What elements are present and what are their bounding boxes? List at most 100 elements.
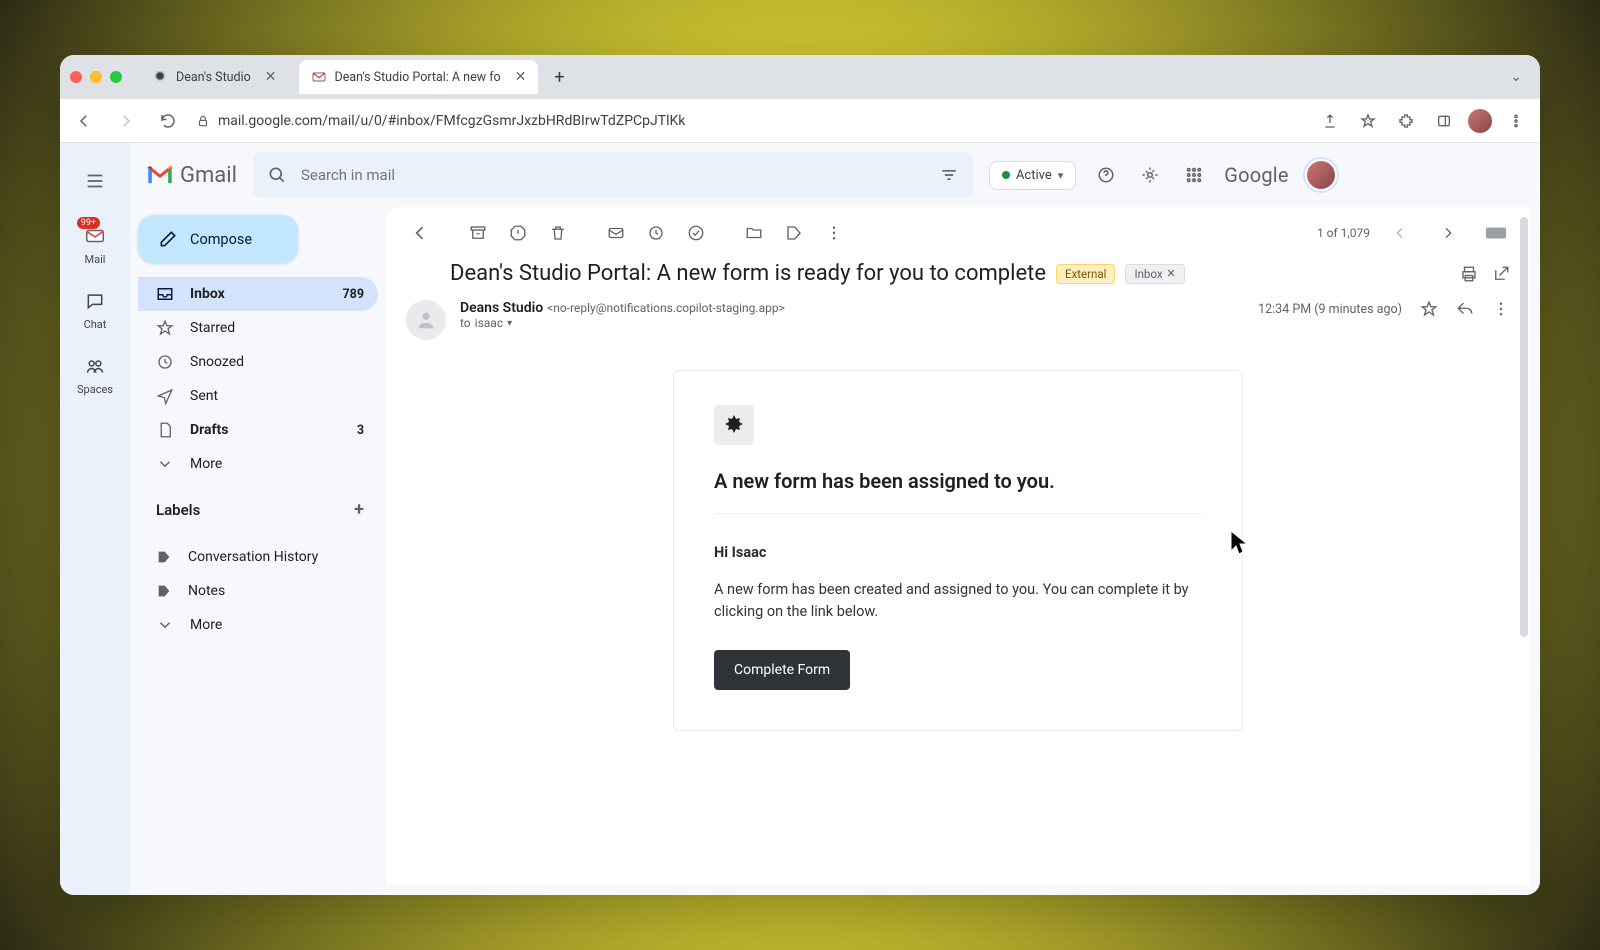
close-window-button[interactable] [70, 71, 82, 83]
file-icon [156, 421, 174, 439]
tab-title: Dean's Studio Portal: A new fo [335, 70, 501, 85]
reply-icon[interactable] [1456, 300, 1474, 318]
window-controls [70, 71, 122, 83]
back-to-inbox-button[interactable] [402, 215, 438, 251]
status-chip[interactable]: Active ▾ [989, 161, 1076, 190]
nav-sent[interactable]: Sent [138, 379, 378, 413]
input-tools-button[interactable] [1478, 215, 1514, 251]
inbox-chip[interactable]: Inbox ✕ [1125, 264, 1184, 284]
main-menu-button[interactable] [75, 161, 115, 201]
snooze-button[interactable] [638, 215, 674, 251]
search-input[interactable] [299, 165, 927, 185]
nav-inbox[interactable]: Inbox 789 [138, 277, 378, 311]
close-tab-icon[interactable]: ✕ [265, 69, 277, 85]
forward-button[interactable] [112, 107, 140, 135]
nav-drafts[interactable]: Drafts 3 [138, 413, 378, 447]
share-icon[interactable] [1316, 107, 1344, 135]
brand-word: Google [1224, 163, 1288, 187]
gmail-logo[interactable]: Gmail [146, 163, 237, 188]
compose-button[interactable]: Compose [138, 215, 298, 263]
browser-tab-2[interactable]: Dean's Studio Portal: A new fo ✕ [299, 60, 539, 94]
scrollbar[interactable] [1520, 217, 1528, 637]
nav-list: Inbox 789 Starred Snoozed [138, 277, 378, 481]
add-to-tasks-button[interactable] [678, 215, 714, 251]
kebab-icon[interactable] [1502, 107, 1530, 135]
subject-row: Dean's Studio Portal: A new form is read… [386, 259, 1530, 294]
star-icon [156, 319, 174, 337]
minimize-window-button[interactable] [90, 71, 102, 83]
label-notes[interactable]: Notes [138, 574, 378, 608]
sender-row: Deans Studio <no-reply@notifications.cop… [386, 294, 1530, 340]
next-message-button[interactable] [1430, 215, 1466, 251]
profile-avatar[interactable] [1468, 109, 1492, 133]
delete-button[interactable] [540, 215, 576, 251]
gmail-favicon-icon [311, 69, 327, 85]
label-text: Notes [188, 583, 225, 599]
search-icon [267, 165, 287, 185]
apps-grid-icon[interactable] [1180, 161, 1208, 189]
new-tab-button[interactable]: + [548, 67, 570, 88]
rail-spaces[interactable]: Spaces [77, 353, 113, 396]
status-dot-icon [1002, 171, 1010, 179]
search-options-icon[interactable] [939, 165, 959, 185]
labels-more[interactable]: More [138, 608, 378, 642]
to-name: isaac [475, 316, 503, 330]
report-spam-button[interactable] [500, 215, 536, 251]
nav-snoozed[interactable]: Snoozed [138, 345, 378, 379]
search-container [253, 152, 973, 198]
browser-tab-1[interactable]: ✹ Dean's Studio ✕ [140, 60, 289, 94]
sidepanel-icon[interactable] [1430, 107, 1458, 135]
studio-logo-icon [714, 405, 754, 445]
nav-more[interactable]: More [138, 447, 378, 481]
star-message-icon[interactable] [1420, 300, 1438, 318]
email-subject: Dean's Studio Portal: A new form is read… [450, 261, 1046, 286]
archive-button[interactable] [460, 215, 496, 251]
label-text: Conversation History [188, 549, 318, 565]
labels-button[interactable] [776, 215, 812, 251]
print-icon[interactable] [1460, 265, 1478, 283]
chevron-down-icon: ▾ [507, 318, 512, 329]
prev-message-button[interactable] [1382, 215, 1418, 251]
product-name: Gmail [180, 163, 237, 188]
remove-label-icon[interactable]: ✕ [1167, 267, 1176, 280]
maximize-window-button[interactable] [110, 71, 122, 83]
close-tab-icon[interactable]: ✕ [515, 69, 527, 85]
url-field[interactable]: mail.google.com/mail/u/0/#inbox/FMfcgzGs… [196, 113, 1302, 129]
unread-badge: 99+ [77, 217, 100, 229]
support-icon[interactable] [1092, 161, 1120, 189]
message-more-icon[interactable] [1492, 300, 1510, 318]
extensions-icon[interactable] [1392, 107, 1420, 135]
send-icon [156, 387, 174, 405]
rail-label: Spaces [77, 383, 113, 396]
rail-chat[interactable]: Chat [82, 288, 108, 331]
message-counter: 1 of 1,079 [1317, 226, 1370, 240]
inbox-icon [156, 285, 174, 303]
complete-form-button[interactable]: Complete Form [714, 650, 850, 690]
nav-starred[interactable]: Starred [138, 311, 378, 345]
divider [714, 513, 1202, 514]
move-to-button[interactable] [736, 215, 772, 251]
compose-label: Compose [190, 231, 252, 248]
chevron-down-icon: ▾ [1058, 169, 1064, 182]
reload-button[interactable] [154, 107, 182, 135]
open-new-window-icon[interactable] [1492, 265, 1510, 283]
search-box[interactable] [253, 152, 973, 198]
inbox-count: 789 [342, 287, 364, 302]
back-button[interactable] [70, 107, 98, 135]
tab-title: Dean's Studio [176, 70, 251, 85]
add-label-icon[interactable]: + [354, 499, 364, 520]
browser-window: ✹ Dean's Studio ✕ Dean's Studio Portal: … [60, 55, 1540, 895]
label-conversation-history[interactable]: Conversation History [138, 540, 378, 574]
rail-mail[interactable]: 99+ Mail [82, 223, 108, 266]
account-avatar[interactable] [1305, 159, 1337, 191]
clock-icon [156, 353, 174, 371]
mark-unread-button[interactable] [598, 215, 634, 251]
tabs-dropdown-icon[interactable]: ⌄ [1502, 69, 1530, 85]
sender-avatar[interactable] [406, 300, 446, 340]
recipient-line[interactable]: to isaac ▾ [460, 316, 785, 330]
more-actions-button[interactable] [816, 215, 852, 251]
bookmark-icon[interactable] [1354, 107, 1382, 135]
drafts-count: 3 [357, 423, 364, 438]
settings-icon[interactable] [1136, 161, 1164, 189]
nav-label: Snoozed [190, 354, 244, 370]
